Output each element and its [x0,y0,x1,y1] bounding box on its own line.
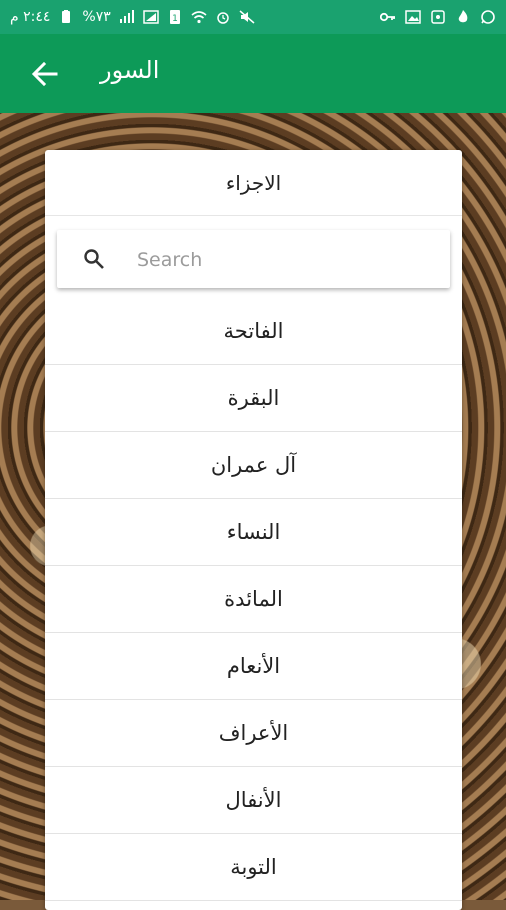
surah-item[interactable]: الفاتحة [45,298,462,365]
whatsapp-icon [480,10,496,24]
search-box [57,230,450,288]
page-title: السور [100,56,160,84]
surah-item[interactable]: الأنعام [45,633,462,700]
app-bar: السور [0,34,506,113]
surah-list: الفاتحة البقرة آل عمران النساء المائدة الأنعا… [45,298,462,901]
flame-icon [455,10,471,24]
alarm-icon [215,10,231,24]
key-icon [380,10,396,24]
surah-item[interactable]: الأعراف [45,700,462,767]
surah-item[interactable]: التوبة [45,834,462,901]
back-arrow-icon[interactable] [30,60,60,88]
surah-item[interactable]: النساء [45,499,462,566]
search-input[interactable] [135,244,429,276]
status-left: ٢:٤٤ م %٧٣ 1 [10,9,255,25]
status-bar: ٢:٤٤ م %٧٣ 1 [0,0,506,34]
clock: ٢:٤٤ م [10,9,51,25]
svg-text:1: 1 [172,14,178,24]
gallery-icon [405,10,421,24]
surah-item[interactable]: الأنفال [45,767,462,834]
signal-icon [119,10,135,24]
wifi-icon [191,10,207,24]
juz-header[interactable]: الاجزاء [45,150,462,216]
search-icon [83,248,105,270]
surah-list-card: الاجزاء الفاتحةالبقرةآل عمرانالنساءالمائ… [45,150,462,910]
surah-item[interactable]: آل عمران [45,432,462,499]
mute-icon [239,10,255,24]
surah-item[interactable]: البقرة [45,365,462,432]
battery-icon [58,10,74,24]
battery-level: %٧٣ [82,9,111,25]
sim-icon: 1 [167,10,183,24]
signal-sim-icon [143,10,159,24]
surah-item[interactable]: المائدة [45,566,462,633]
status-right [380,10,496,24]
app-notification-icon [430,10,446,24]
